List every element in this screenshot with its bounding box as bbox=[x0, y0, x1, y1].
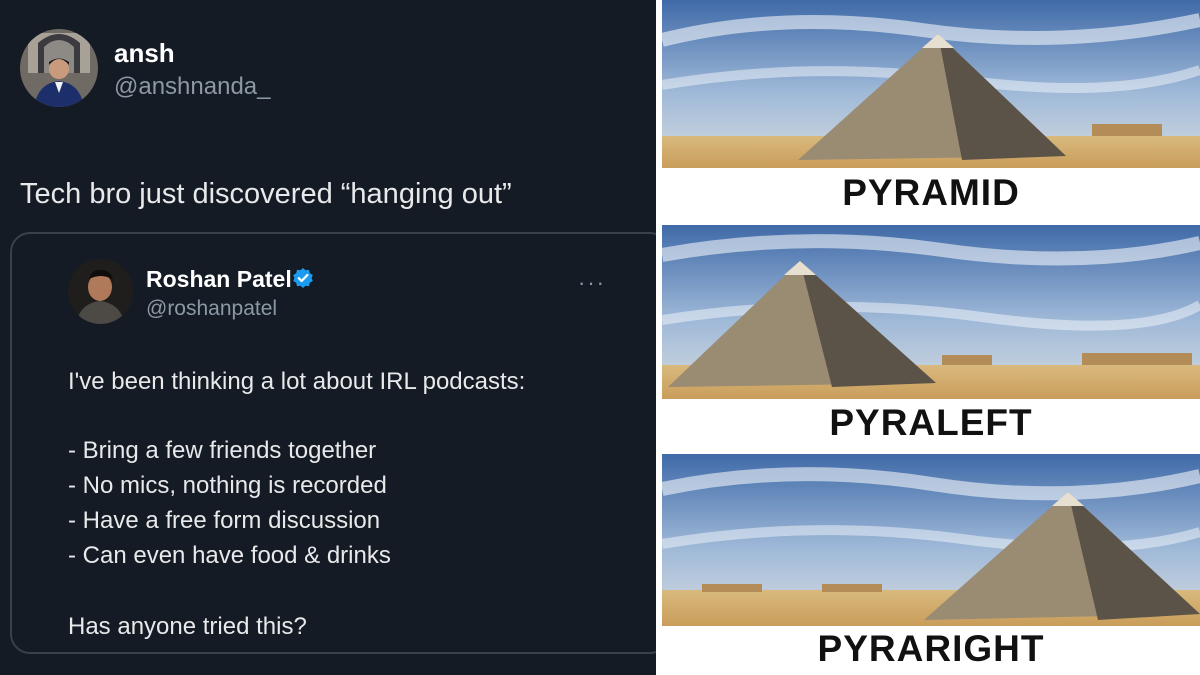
quoted-author-avatar[interactable] bbox=[68, 259, 133, 324]
verified-badge-icon bbox=[292, 267, 314, 289]
quoted-tweet-line: Has anyone tried this? bbox=[68, 613, 307, 640]
quoted-tweet-line: - Bring a few friends together bbox=[68, 437, 377, 464]
tweet-text: Tech bro just discovered “hanging out” bbox=[20, 178, 512, 210]
quoted-tweet-line: - Can even have food & drinks bbox=[68, 542, 391, 569]
quoted-author-handle[interactable]: @roshanpatel bbox=[146, 297, 277, 321]
pyramid-photo bbox=[662, 225, 1200, 399]
author-avatar[interactable] bbox=[20, 29, 98, 107]
author-handle[interactable]: @anshnanda_ bbox=[114, 73, 271, 101]
more-horizontal-icon[interactable]: ··· bbox=[578, 270, 606, 296]
pyramid-meme: PYRAMID PYRALEFT PYRARIGHT bbox=[662, 0, 1200, 675]
pyramid-photo bbox=[662, 0, 1200, 168]
quoted-tweet-line: - No mics, nothing is recorded bbox=[68, 472, 387, 499]
pyramid-photo bbox=[662, 454, 1200, 626]
author-name[interactable]: ansh bbox=[114, 38, 175, 69]
quoted-tweet-line: - Have a free form discussion bbox=[68, 507, 381, 534]
caption-pyraright: PYRARIGHT bbox=[817, 628, 1045, 669]
quoted-tweet-line: I've been thinking a lot about IRL podca… bbox=[68, 368, 526, 395]
caption-pyramid: PYRAMID bbox=[842, 172, 1020, 213]
caption-pyraleft: PYRALEFT bbox=[829, 402, 1033, 443]
tweet-screenshot: ansh @anshnanda_ Tech bro just discovere… bbox=[0, 0, 656, 675]
quoted-author-name[interactable]: Roshan Patel bbox=[146, 266, 292, 293]
